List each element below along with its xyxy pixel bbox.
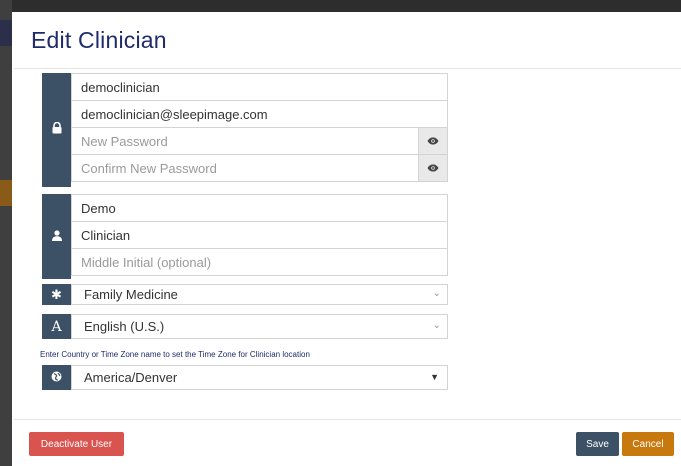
backdrop-nav-strip	[0, 20, 12, 46]
lock-icon	[52, 121, 62, 139]
cancel-button[interactable]: Cancel	[622, 432, 674, 456]
timezone-row: America/Denver ▼	[42, 365, 448, 390]
middle-initial-placeholder: Middle Initial (optional)	[81, 254, 212, 270]
confirm-password-field[interactable]: Confirm New Password	[71, 154, 448, 182]
account-group: democlinician democlinician@sleepimage.c…	[42, 73, 448, 187]
eye-icon	[427, 132, 439, 150]
chevron-down-icon: ⌄	[432, 288, 441, 299]
backdrop-accent-strip	[0, 180, 12, 206]
new-password-field[interactable]: New Password	[71, 127, 448, 155]
timezone-addon	[42, 365, 71, 390]
specialty-value: Family Medicine	[84, 287, 178, 302]
username-field[interactable]: democlinician	[71, 73, 448, 101]
language-icon: A	[51, 318, 62, 335]
language-value: English (U.S.)	[84, 319, 165, 334]
name-addon	[42, 194, 71, 279]
name-group: Demo Clinician Middle Initial (optional)	[42, 194, 448, 279]
new-password-placeholder: New Password	[81, 133, 168, 149]
deactivate-user-button[interactable]: Deactivate User	[29, 432, 124, 456]
edit-clinician-modal: Edit Clinician democlinician democlinici…	[14, 13, 681, 466]
email-value: democlinician@sleepimage.com	[81, 106, 268, 122]
specialty-row: ✱ Family Medicine ⌄	[42, 284, 448, 305]
last-name-field[interactable]: Clinician	[71, 221, 448, 249]
language-row: A English (U.S.) ⌄	[42, 314, 448, 339]
eye-icon	[427, 159, 439, 177]
modal-footer: Deactivate User Save Cancel	[14, 419, 681, 466]
save-button[interactable]: Save	[576, 432, 619, 456]
modal-header: Edit Clinician	[14, 13, 681, 69]
timezone-select[interactable]: America/Denver ▼	[71, 365, 448, 390]
show-confirm-password-button[interactable]	[418, 155, 447, 181]
timezone-value: America/Denver	[84, 370, 178, 385]
modal-title: Edit Clinician	[31, 27, 167, 53]
page-backdrop-left	[0, 0, 12, 466]
first-name-value: Demo	[81, 200, 116, 216]
asterisk-icon: ✱	[51, 286, 62, 302]
confirm-password-placeholder: Confirm New Password	[81, 160, 217, 176]
caret-down-icon: ▼	[430, 372, 439, 382]
first-name-field[interactable]: Demo	[71, 194, 448, 222]
user-icon	[51, 228, 62, 246]
show-new-password-button[interactable]	[418, 128, 447, 154]
chevron-down-icon: ⌄	[432, 320, 441, 331]
globe-icon	[51, 370, 62, 385]
specialty-addon: ✱	[42, 284, 71, 305]
account-addon	[42, 73, 71, 187]
username-value: democlinician	[81, 79, 160, 95]
email-field[interactable]: democlinician@sleepimage.com	[71, 100, 448, 128]
page-backdrop-top	[0, 0, 681, 12]
language-addon: A	[42, 314, 71, 339]
specialty-select[interactable]: Family Medicine ⌄	[71, 284, 448, 305]
timezone-hint: Enter Country or Time Zone name to set t…	[40, 350, 310, 359]
last-name-value: Clinician	[81, 227, 131, 243]
language-select[interactable]: English (U.S.) ⌄	[71, 314, 448, 339]
middle-initial-field[interactable]: Middle Initial (optional)	[71, 248, 448, 276]
